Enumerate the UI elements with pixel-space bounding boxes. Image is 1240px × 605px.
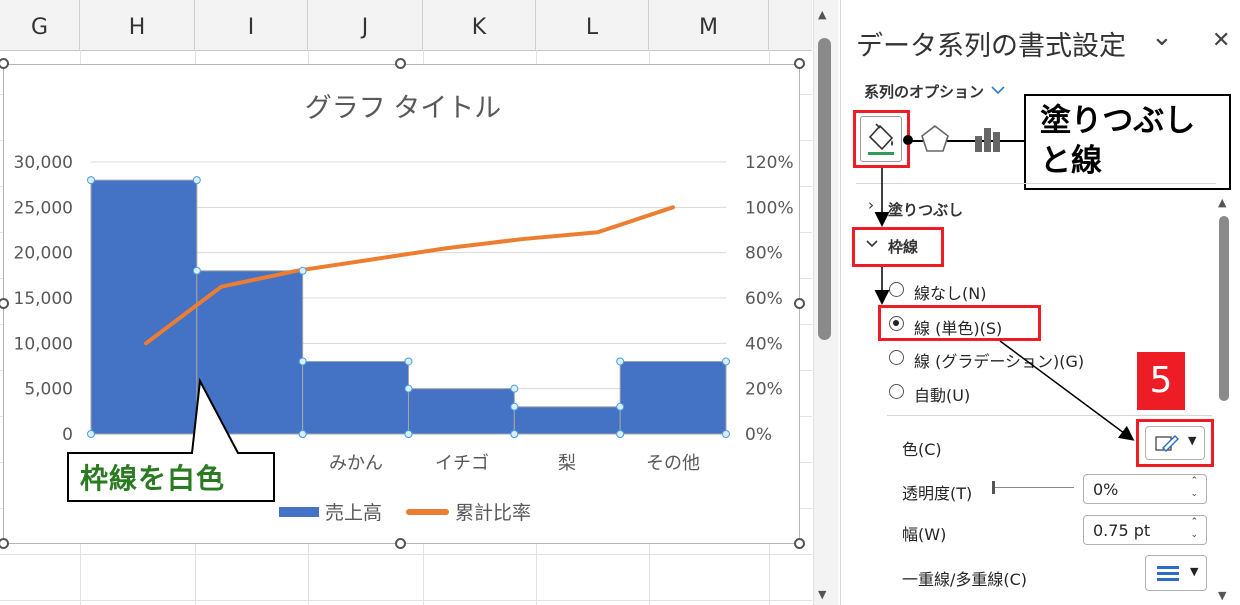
y-axis-right-tick-label: 60% <box>745 289 783 309</box>
width-label: 幅(W) <box>902 525 947 544</box>
radio-automatic-label[interactable]: 自動(U) <box>914 382 970 406</box>
series-options-chart-icon[interactable] <box>972 124 1006 156</box>
transparency-slider-track[interactable] <box>992 487 1074 488</box>
scroll-down-arrow-icon[interactable]: ▼ <box>818 588 826 601</box>
selection-point <box>722 357 730 366</box>
selection-point <box>298 430 307 438</box>
fill-line-callout-box: 塗りつぶし と線 <box>1024 94 1231 190</box>
radio-no-line[interactable] <box>889 282 904 297</box>
transparency-input[interactable]: 0% ⌃ ⌄ <box>1083 474 1207 504</box>
radio-gradient-line[interactable] <box>889 350 904 365</box>
spin-arrows-icon[interactable]: ⌃ ⌄ <box>1190 516 1198 542</box>
selection-point <box>404 430 413 438</box>
section-fill-header[interactable]: 塗りつぶし <box>888 199 963 220</box>
y-axis-left-tick-label: 25,000 <box>14 198 73 218</box>
spin-arrows-icon[interactable]: ⌃ ⌄ <box>1190 475 1198 501</box>
pen-color-icon <box>1155 435 1179 452</box>
selection-point <box>616 357 625 366</box>
selection-point <box>192 266 201 275</box>
resize-handle[interactable] <box>395 538 406 549</box>
x-axis-category-label: 梨 <box>558 453 576 474</box>
selection-point <box>510 430 519 438</box>
selection-point <box>192 176 201 185</box>
transparency-value: 0% <box>1093 480 1119 499</box>
grid-line <box>0 554 812 555</box>
bar[interactable] <box>619 360 727 435</box>
pane-options-dropdown-icon[interactable]: ⌄ <box>1151 22 1173 52</box>
y-axis-right-tick-label: 40% <box>745 334 783 354</box>
divider <box>887 415 1212 416</box>
color-picker-button[interactable]: ▼ <box>1145 426 1205 460</box>
compound-type-label: 一重線/多重線(C) <box>902 570 1028 589</box>
y-axis-right-tick-label: 0% <box>745 425 772 445</box>
series-options-dropdown[interactable]: 系列のオプション <box>864 81 984 102</box>
color-label: 色(C) <box>902 440 942 459</box>
pane-scroll-down-icon[interactable]: ▼ <box>1218 589 1226 602</box>
selection-point <box>510 402 519 411</box>
close-icon[interactable]: ✕ <box>1212 28 1230 53</box>
compound-type-dropdown[interactable]: ▼ <box>1145 555 1207 591</box>
width-input[interactable]: 0.75 pt ⌃ ⌄ <box>1083 515 1207 545</box>
caret-down-icon: ▼ <box>1190 565 1199 578</box>
grid-line <box>0 600 812 601</box>
radio-gradient-line-label[interactable]: 線 (グラデーション)(G) <box>914 348 1084 372</box>
compound-lines-icon <box>1157 566 1179 581</box>
y-axis-right-tick-label: 20% <box>745 380 783 400</box>
selection-point <box>87 176 95 185</box>
selection-point <box>616 430 625 438</box>
radio-no-line-label[interactable]: 線なし(N) <box>914 280 986 304</box>
bar[interactable] <box>302 360 409 435</box>
chart-title[interactable]: グラフ タイトル <box>305 93 502 123</box>
bar[interactable] <box>408 388 515 435</box>
transparency-label: 透明度(T) <box>902 484 973 503</box>
chevron-right-icon[interactable]: › <box>868 196 874 214</box>
x-axis-category-label: イチゴ <box>435 453 489 474</box>
step-number-badge: 5 <box>1137 352 1185 410</box>
y-axis-left-tick-label: 15,000 <box>14 289 73 309</box>
y-axis-right-tick-label: 100% <box>745 198 794 218</box>
selection-point <box>722 430 730 438</box>
selection-point <box>298 357 307 366</box>
resize-handle[interactable] <box>794 538 805 549</box>
y-axis-left-tick-label: 20,000 <box>14 244 73 264</box>
bar[interactable] <box>513 406 621 435</box>
pane-title: データ系列の書式設定 <box>856 31 1126 62</box>
chevron-down-icon[interactable] <box>990 84 1006 96</box>
pentagon-effects-icon[interactable] <box>920 124 950 154</box>
callout-white-border-text: 枠線を白色 <box>80 462 226 495</box>
y-axis-right-tick-label: 120% <box>745 153 794 173</box>
pane-scroll-up-icon[interactable]: ▲ <box>1218 196 1226 209</box>
radio-automatic[interactable] <box>889 384 904 399</box>
x-axis-category-label: みかん <box>329 453 383 474</box>
selection-point <box>404 357 413 366</box>
scroll-up-arrow-icon[interactable]: ▲ <box>818 8 826 21</box>
selection-point <box>404 384 413 393</box>
transparency-slider-thumb[interactable] <box>992 481 995 494</box>
pane-scrollbar-thumb[interactable] <box>1219 216 1229 401</box>
callout-fill-line-text: 塗りつぶし と線 <box>1040 103 1196 179</box>
selection-point <box>510 384 519 393</box>
x-axis-category-label: その他 <box>646 453 700 474</box>
resize-handle[interactable] <box>395 58 406 69</box>
resize-handle[interactable] <box>794 58 805 69</box>
sheet-scrollbar-thumb[interactable] <box>818 38 831 340</box>
tab-separator <box>856 183 1216 184</box>
selection-point <box>298 266 307 275</box>
solid-line-highlight-box <box>878 305 1041 341</box>
legend-swatch-cumulative <box>406 509 449 515</box>
fill-line-highlight-box <box>853 110 910 168</box>
y-axis-right-tick-label: 80% <box>745 244 783 264</box>
legend-label-cumulative[interactable]: 累計比率 <box>455 502 531 524</box>
caret-down-icon: ▼ <box>1188 434 1197 447</box>
width-value: 0.75 pt <box>1093 521 1151 540</box>
y-axis-left-tick-label: 30,000 <box>14 153 73 173</box>
selection-point <box>616 402 625 411</box>
legend-label-sales[interactable]: 売上高 <box>325 502 382 524</box>
border-section-highlight-box <box>852 227 944 267</box>
resize-handle[interactable] <box>794 298 805 309</box>
y-axis-left-tick-label: 10,000 <box>14 334 73 354</box>
